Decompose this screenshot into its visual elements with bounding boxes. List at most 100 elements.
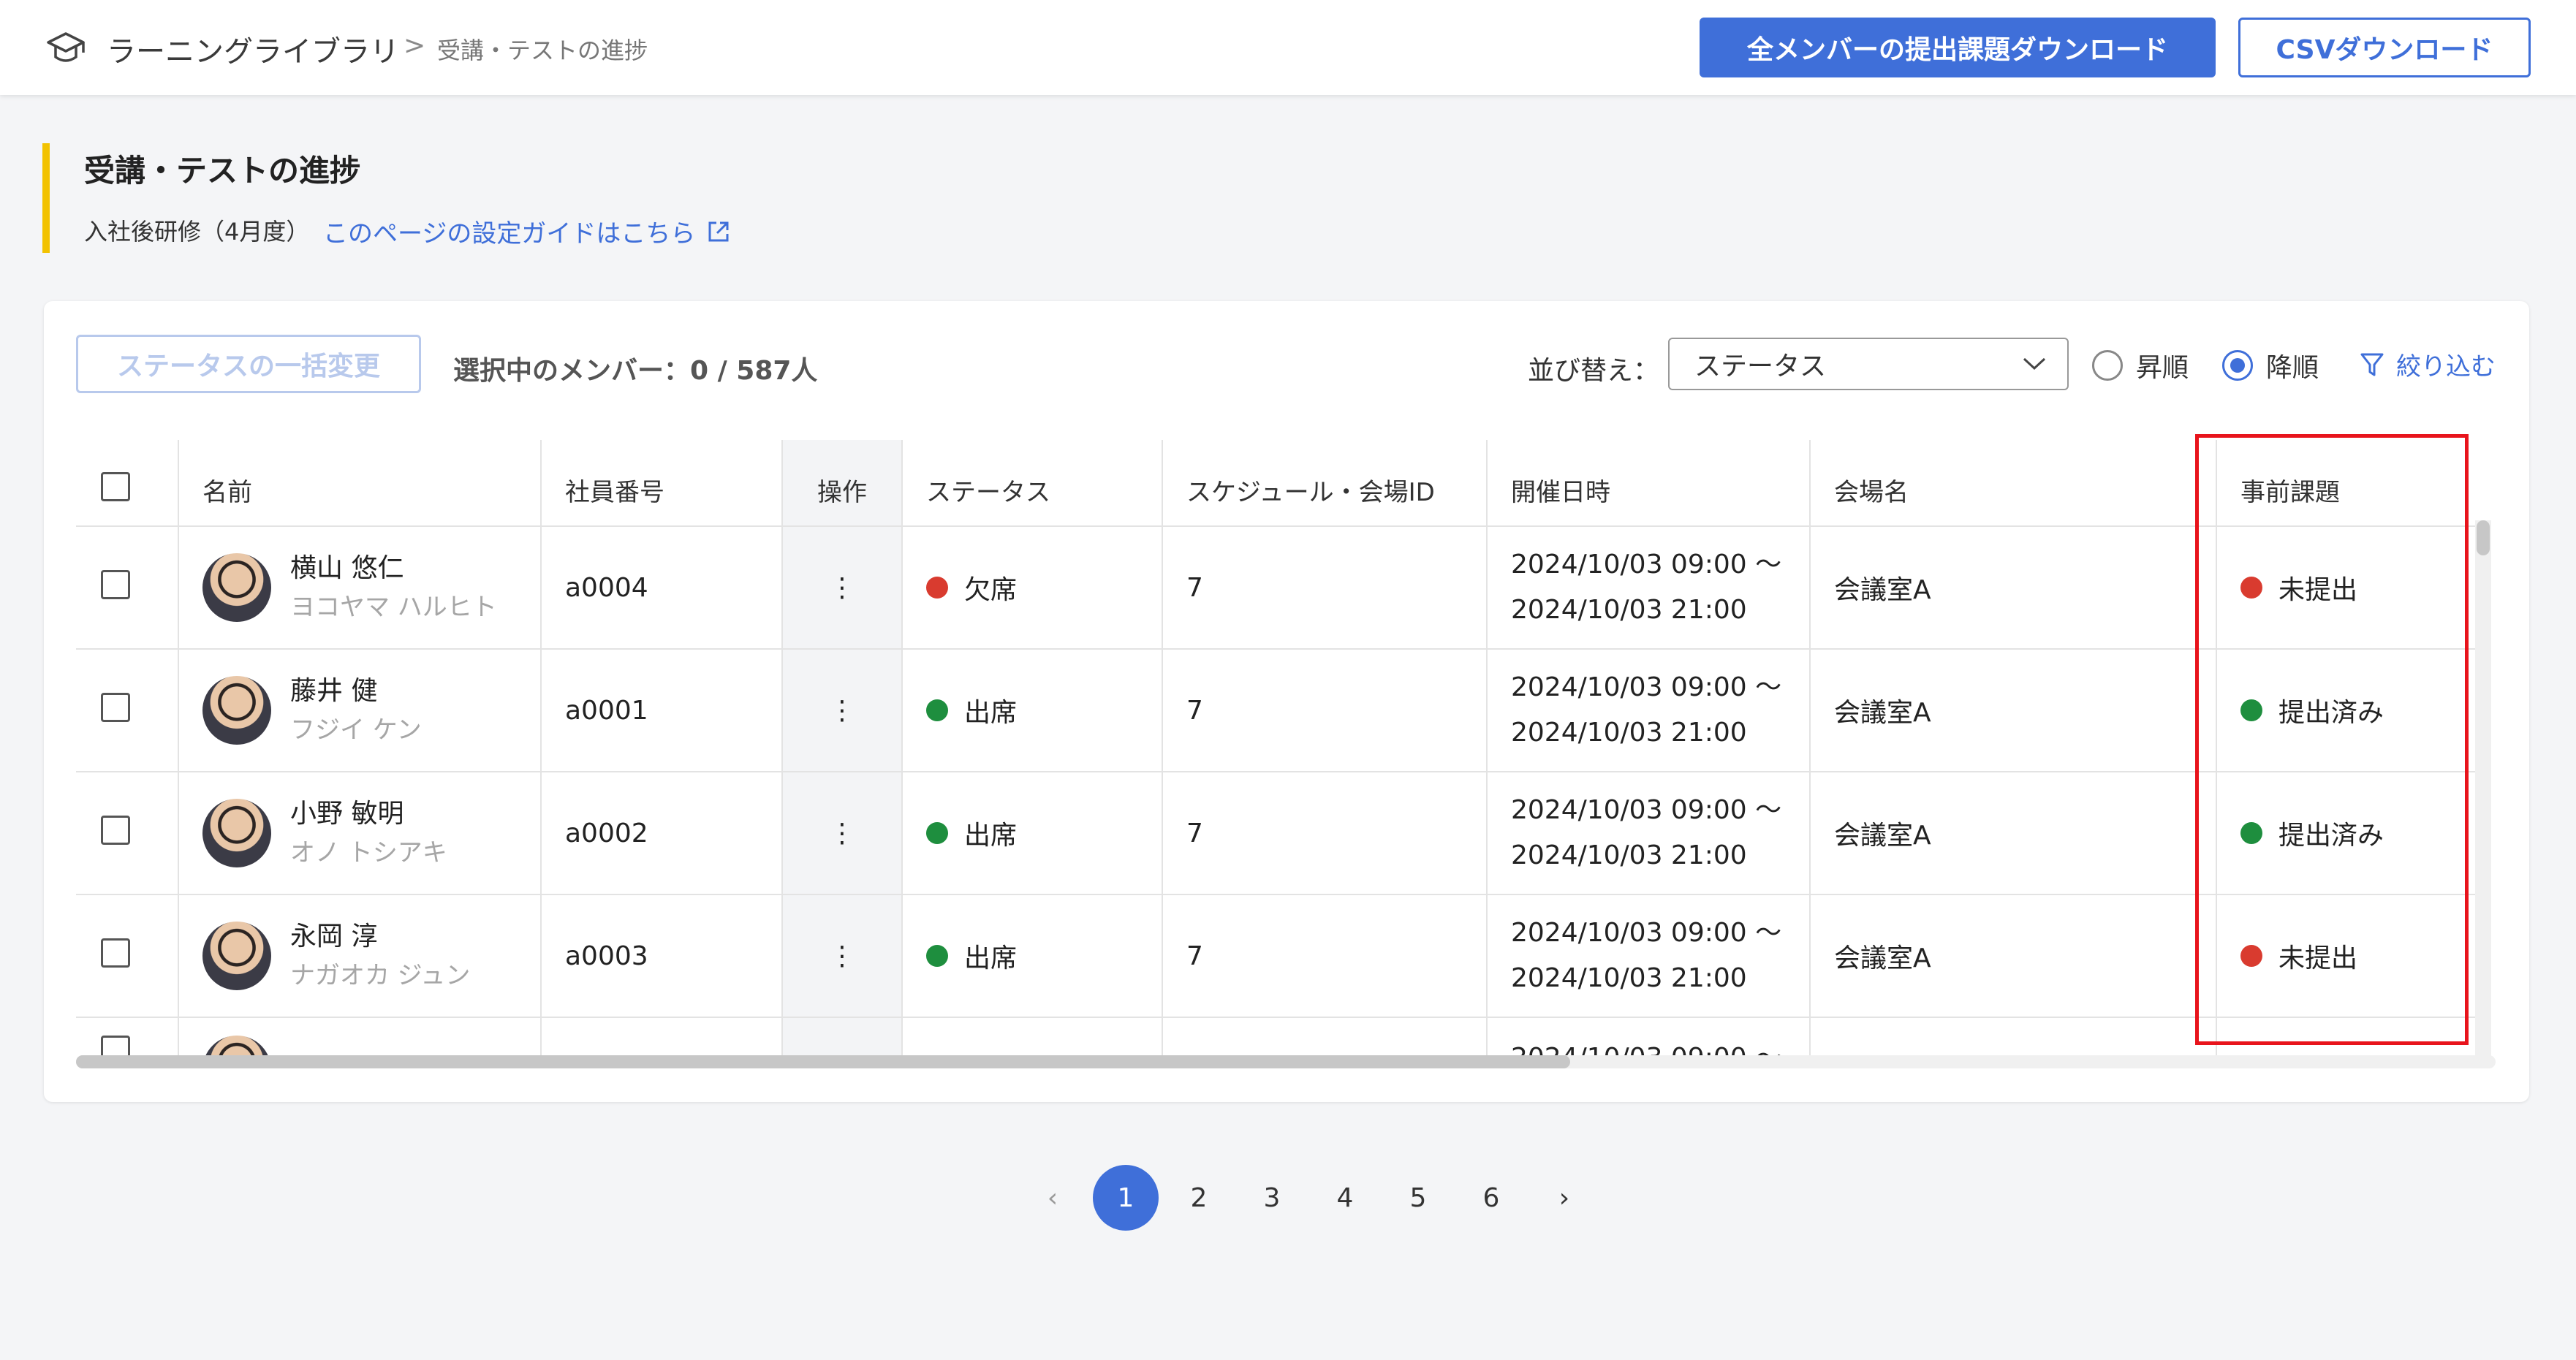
member-kana: ナガオカ ジュン	[290, 961, 471, 990]
breadcrumb-root[interactable]: ラーニングライブラリ	[107, 28, 399, 70]
chevron-down-icon	[2023, 357, 2046, 371]
member-name[interactable]: 横山 悠仁	[290, 549, 497, 588]
settings-guide-link[interactable]: このページの設定ガイドはこちら	[323, 213, 732, 249]
status-label: 出席	[964, 821, 1018, 851]
page-1[interactable]: 1	[1089, 1165, 1162, 1231]
name-cell: 永岡 淳 ナガオカ ジュン	[178, 894, 542, 1018]
datetime-cell: 2024/10/03 09:00 〜 2024/10/03 21:00	[1487, 772, 1811, 895]
status-label: 出席	[964, 943, 1018, 973]
name-cell: 横山 悠仁 ヨコヤマ ハルヒト	[178, 526, 542, 650]
settings-guide-link-label: このページの設定ガイドはこちら	[323, 219, 696, 248]
title-accent-bar	[42, 143, 50, 253]
status-dot-icon	[926, 577, 948, 599]
sort-desc-label: 降順	[2266, 353, 2319, 383]
page-4[interactable]: 4	[1308, 1165, 1382, 1231]
datetime-cell: 2024/10/03 09:00 〜 2024/10/03 21:00	[1487, 526, 1811, 650]
select-all-checkbox[interactable]	[101, 472, 130, 501]
status-cell: 欠席	[902, 526, 1163, 650]
table-row: 小野 敏明 オノ トシアキ a0002 ⋮ 出席 7 2024/10/03 09…	[76, 772, 2481, 895]
member-name[interactable]: 藤井 健	[290, 672, 422, 711]
row-select-cell	[76, 772, 179, 895]
avatar	[202, 922, 271, 990]
filter-icon	[2360, 353, 2384, 376]
row-checkbox[interactable]	[101, 569, 130, 599]
name-cell: 藤井 健 フジイ ケン	[178, 649, 542, 772]
horizontal-scrollbar[interactable]	[76, 1055, 2496, 1068]
status-dot-icon	[926, 945, 948, 967]
sort-select[interactable]: ステータス	[1668, 338, 2069, 390]
horizontal-scrollbar-thumb[interactable]	[76, 1055, 1570, 1068]
breadcrumb-separator: >	[404, 31, 426, 61]
status-cell: 出席	[902, 649, 1163, 772]
schedule-id: 7	[1162, 894, 1488, 1018]
selected-member-count: 選択中のメンバー：0 / 587人	[453, 356, 818, 386]
row-checkbox[interactable]	[101, 692, 130, 722]
col-name[interactable]: 名前	[178, 440, 542, 527]
datetime-start: 2024/10/03 09:00 〜	[1511, 918, 1782, 948]
pagination: ‹ 1 2 3 4 5 6 ›	[1016, 1165, 1601, 1231]
datetime-start: 2024/10/03 09:00 〜	[1511, 672, 1782, 702]
page-2[interactable]: 2	[1162, 1165, 1235, 1231]
page-5[interactable]: 5	[1382, 1165, 1455, 1231]
employee-id: a0004	[541, 526, 783, 650]
csv-download-button[interactable]: CSVダウンロード	[2238, 18, 2531, 77]
course-subtitle: 入社後研修（4月度）	[84, 218, 310, 246]
vertical-scrollbar[interactable]	[2475, 520, 2491, 1061]
datetime-start: 2024/10/03 09:00 〜	[1511, 550, 1782, 580]
status-dot-icon	[926, 822, 948, 844]
col-schedule-id[interactable]: スケジュール・会場ID	[1162, 440, 1488, 527]
select-all-cell	[76, 440, 179, 527]
status-cell: 出席	[902, 894, 1163, 1018]
sort-select-value: ステータス	[1694, 352, 1827, 381]
status-cell: 出席	[902, 772, 1163, 895]
row-menu-icon[interactable]: ⋮	[782, 526, 903, 650]
row-checkbox[interactable]	[101, 815, 130, 845]
schedule-id: 7	[1162, 772, 1488, 895]
row-menu-icon[interactable]: ⋮	[782, 772, 903, 895]
row-menu-icon[interactable]: ⋮	[782, 649, 903, 772]
member-kana: フジイ ケン	[290, 715, 422, 745]
col-datetime[interactable]: 開催日時	[1487, 440, 1811, 527]
sort-desc-radio[interactable]: 降順	[2222, 346, 2319, 384]
status-label: 出席	[964, 698, 1018, 728]
schedule-id: 7	[1162, 526, 1488, 650]
datetime-cell: 2024/10/03 09:00 〜 2024/10/03 21:00	[1487, 649, 1811, 772]
employee-id: a0002	[541, 772, 783, 895]
filter-button[interactable]: 絞り込む	[2360, 346, 2496, 382]
bulk-status-change-button[interactable]: ステータスの一括変更	[76, 335, 421, 393]
page-3[interactable]: 3	[1235, 1165, 1308, 1231]
name-cell: 小野 敏明 オノ トシアキ	[178, 772, 542, 895]
graduation-cap-icon	[47, 32, 85, 62]
status-dot-icon	[926, 699, 948, 721]
datetime-end: 2024/10/03 21:00	[1511, 840, 1747, 870]
col-venue[interactable]: 会場名	[1810, 440, 2217, 527]
datetime-end: 2024/10/03 21:00	[1511, 718, 1747, 748]
page-6[interactable]: 6	[1455, 1165, 1528, 1231]
avatar	[202, 799, 271, 867]
prev-page-icon[interactable]: ‹	[1016, 1165, 1089, 1231]
status-label: 欠席	[964, 575, 1018, 605]
employee-id: a0003	[541, 894, 783, 1018]
member-name[interactable]: 小野 敏明	[290, 794, 447, 834]
filter-label: 絞り込む	[2396, 352, 2496, 381]
venue-name: 会議室A	[1810, 526, 2217, 650]
pre-assignment-highlight-box	[2195, 434, 2469, 1045]
radio-asc-indicator	[2092, 350, 2123, 381]
venue-name: 会議室A	[1810, 649, 2217, 772]
row-select-cell	[76, 526, 179, 650]
sort-asc-radio[interactable]: 昇順	[2092, 346, 2189, 384]
vertical-scrollbar-thumb[interactable]	[2477, 520, 2490, 555]
col-employee-id[interactable]: 社員番号	[541, 440, 783, 527]
col-status[interactable]: ステータス	[902, 440, 1163, 527]
row-checkbox[interactable]	[101, 938, 130, 968]
member-name[interactable]: 永岡 淳	[290, 917, 470, 957]
next-page-icon[interactable]: ›	[1528, 1165, 1601, 1231]
row-select-cell	[76, 649, 179, 772]
members-table: 名前 社員番号 操作 ステータス スケジュール・会場ID 開催日時 会場名 事前…	[76, 440, 2481, 1063]
members-table-container[interactable]: 名前 社員番号 操作 ステータス スケジュール・会場ID 開催日時 会場名 事前…	[76, 440, 2496, 1063]
external-link-icon	[708, 221, 729, 241]
radio-desc-indicator	[2222, 350, 2253, 381]
download-all-submissions-button[interactable]: 全メンバーの提出課題ダウンロード	[1700, 18, 2216, 77]
member-kana: ヨコヤマ ハルヒト	[290, 593, 497, 622]
row-menu-icon[interactable]: ⋮	[782, 894, 903, 1018]
